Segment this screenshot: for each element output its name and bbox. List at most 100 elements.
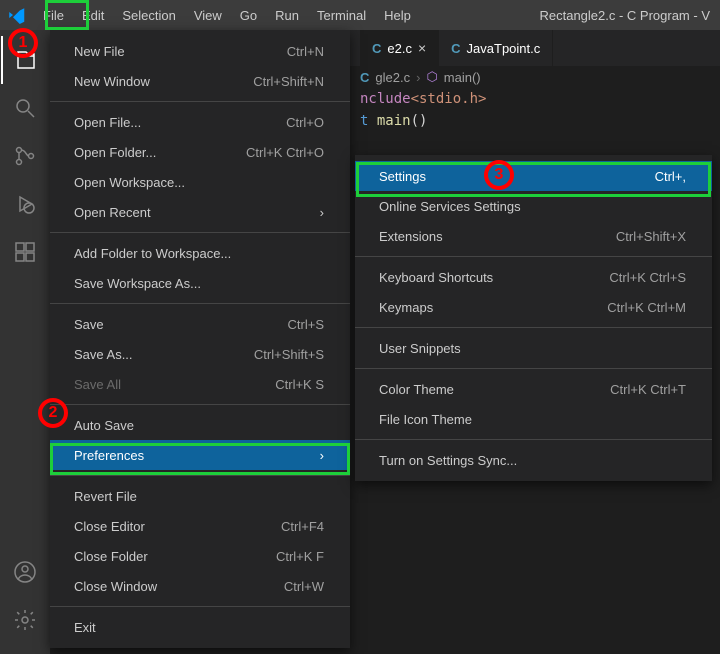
chevron-right-icon: › [320,448,324,463]
file-menu-item[interactable]: Revert File [50,481,350,511]
menu-separator [50,232,350,233]
vscode-icon [6,5,26,25]
c-file-icon: C [451,41,460,56]
menu-item-label: File Icon Theme [379,412,472,427]
menu-item-shortcut: Ctrl+S [288,317,324,332]
file-menu-item[interactable]: Close Editor Ctrl+F4 [50,511,350,541]
menu-item-shortcut: Ctrl+Shift+N [253,74,324,89]
menu-selection[interactable]: Selection [113,0,184,30]
close-icon[interactable]: × [418,40,426,56]
accounts-icon[interactable] [1,548,49,596]
menu-item-label: Preferences [74,448,144,463]
menu-item-label: User Snippets [379,341,461,356]
menu-view[interactable]: View [185,0,231,30]
tab-label: JavaTpoint.c [467,41,541,56]
menu-terminal[interactable]: Terminal [308,0,375,30]
preferences-menu-item[interactable]: File Icon Theme [355,404,712,434]
menu-item-label: Open File... [74,115,141,130]
menu-item-label: Close Window [74,579,157,594]
c-file-icon: C [360,70,369,85]
menu-bar: File Edit Selection View Go Run Terminal… [0,0,720,30]
menu-item-label: Open Recent [74,205,151,220]
run-debug-icon[interactable] [1,180,49,228]
menu-item-label: Revert File [74,489,137,504]
menu-item-shortcut: Ctrl+K S [275,377,324,392]
extensions-icon[interactable] [1,228,49,276]
window-title: Rectangle2.c - C Program - V [529,8,720,23]
preferences-menu-item[interactable]: Color ThemeCtrl+K Ctrl+T [355,374,712,404]
file-menu-dropdown: New FileCtrl+N New Window Ctrl+Shift+N Open… [50,30,350,648]
c-file-icon: C [372,41,381,56]
menu-item-shortcut: Ctrl+K Ctrl+S [609,270,686,285]
menu-item-label: Settings [379,169,426,184]
explorer-icon[interactable] [1,36,49,84]
menu-separator [50,101,350,102]
menu-item-label: Open Folder... [74,145,156,160]
file-menu-item[interactable]: New Window Ctrl+Shift+N [50,66,350,96]
tab-inactive[interactable]: C JavaTpoint.c [439,30,553,66]
file-menu-item[interactable]: Open Folder... Ctrl+K Ctrl+O [50,137,350,167]
file-menu-item[interactable]: Open Recent › [50,197,350,227]
menu-item-label: Save As... [74,347,133,362]
menu-item-shortcut: Ctrl+, [655,169,686,184]
file-menu-item[interactable]: Add Folder to Workspace... [50,238,350,268]
preferences-menu-item[interactable]: Keyboard ShortcutsCtrl+K Ctrl+S [355,262,712,292]
menu-item-label: Open Workspace... [74,175,185,190]
menu-item-shortcut: Ctrl+O [286,115,324,130]
file-menu-item[interactable]: Close Folder Ctrl+K F [50,541,350,571]
preferences-menu-item[interactable]: KeymapsCtrl+K Ctrl+M [355,292,712,322]
menu-go[interactable]: Go [231,0,266,30]
menu-item-label: Save Workspace As... [74,276,201,291]
menu-item-label: Extensions [379,229,443,244]
chevron-right-icon: › [416,70,420,85]
menu-separator [355,368,712,369]
menu-item-shortcut: Ctrl+F4 [281,519,324,534]
menu-item-shortcut: Ctrl+K Ctrl+O [246,145,324,160]
search-icon[interactable] [1,84,49,132]
menu-item-label: Save [74,317,104,332]
menu-item-shortcut: Ctrl+K F [276,549,324,564]
menu-separator [355,327,712,328]
menu-item-shortcut: Ctrl+K Ctrl+T [610,382,686,397]
menu-separator [50,404,350,405]
activity-bar [0,30,50,654]
file-menu-item[interactable]: Preferences › [50,440,350,470]
menu-item-shortcut: Ctrl+Shift+X [616,229,686,244]
menu-separator [355,256,712,257]
preferences-menu-item[interactable]: Turn on Settings Sync... [355,445,712,475]
preferences-menu-item[interactable]: Extensions Ctrl+Shift+X [355,221,712,251]
preferences-menu-item[interactable]: Online Services Settings [355,191,712,221]
menu-item-label: Close Editor [74,519,145,534]
file-menu-item[interactable]: Open File... Ctrl+O [50,107,350,137]
menu-item-shortcut: Ctrl+K Ctrl+M [607,300,686,315]
preferences-menu-item[interactable]: Settings Ctrl+, [355,161,712,191]
menu-item-label: Exit [74,620,96,635]
file-menu-item[interactable]: New FileCtrl+N [50,36,350,66]
menu-edit[interactable]: Edit [73,0,113,30]
preferences-submenu: Settings Ctrl+, Online Services Settings Ex… [355,155,712,481]
chevron-right-icon: › [320,205,324,220]
file-menu-item[interactable]: Save Workspace As... [50,268,350,298]
tab-active[interactable]: C e2.c × [360,30,439,66]
tab-label: e2.c [387,41,412,56]
file-menu-item[interactable]: Exit [50,612,350,642]
menu-file[interactable]: File [34,0,73,30]
preferences-menu-item[interactable]: User Snippets [355,333,712,363]
file-menu-item[interactable]: Open Workspace... [50,167,350,197]
file-menu-item[interactable]: Save Ctrl+S [50,309,350,339]
menu-run[interactable]: Run [266,0,308,30]
menu-item-label: New Window [74,74,150,89]
menu-item-label: Turn on Settings Sync... [379,453,517,468]
menu-item-label: Add Folder to Workspace... [74,246,231,261]
file-menu-item[interactable]: Auto Save [50,410,350,440]
file-menu-item[interactable]: Save AllCtrl+K S [50,369,350,399]
file-menu-item[interactable]: Save As... Ctrl+Shift+S [50,339,350,369]
menu-item-label: Online Services Settings [379,199,521,214]
menu-item-shortcut: Ctrl+W [284,579,324,594]
menu-item-shortcut: Ctrl+Shift+S [254,347,324,362]
file-menu-item[interactable]: Close Window Ctrl+W [50,571,350,601]
menu-help[interactable]: Help [375,0,420,30]
source-control-icon[interactable] [1,132,49,180]
menu-item-label: Close Folder [74,549,148,564]
settings-gear-icon[interactable] [1,596,49,644]
